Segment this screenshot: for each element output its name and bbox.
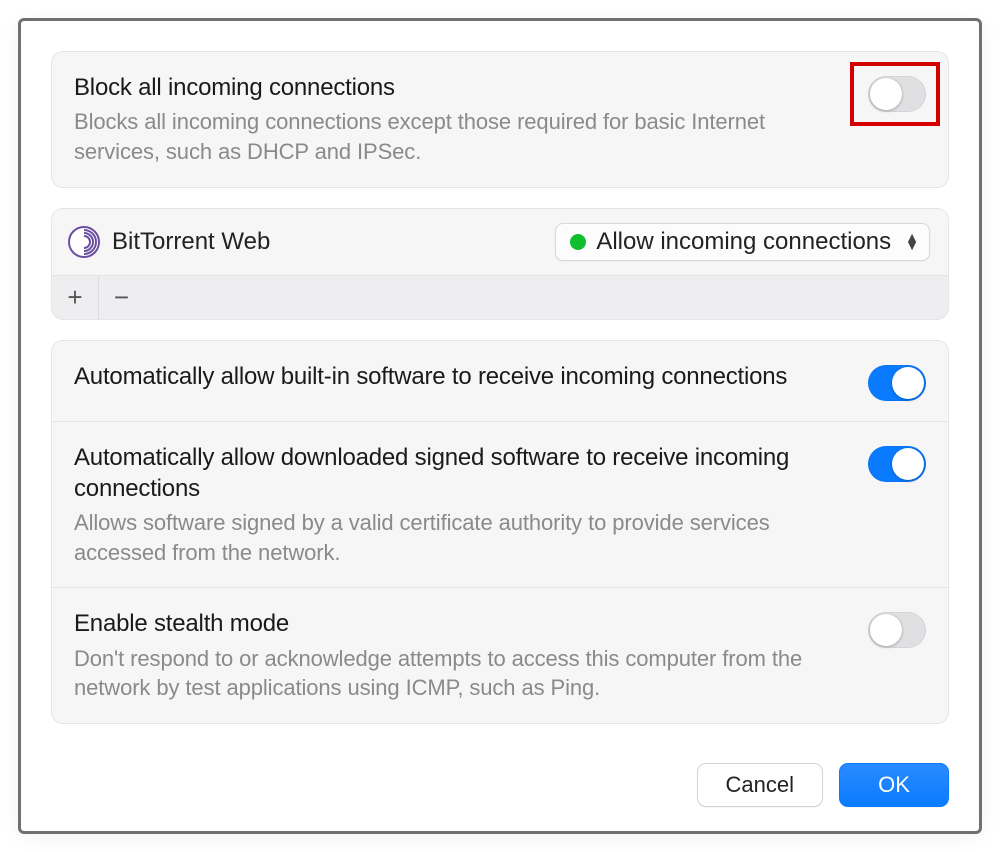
block-all-toggle[interactable] — [868, 76, 926, 112]
toggle-knob — [892, 367, 924, 399]
toggle-knob — [870, 614, 902, 646]
block-all-desc: Blocks all incoming connections except t… — [74, 107, 838, 166]
block-all-highlight — [850, 62, 940, 126]
allow-signed-desc: Allows software signed by a valid certif… — [74, 508, 838, 567]
cancel-button[interactable]: Cancel — [697, 763, 823, 807]
allow-signed-title: Automatically allow downloaded signed so… — [74, 442, 838, 504]
add-remove-bar: + − — [52, 275, 948, 319]
toggle-knob — [870, 78, 902, 110]
app-permission-select[interactable]: Allow incoming connections ▲▼ — [555, 223, 930, 261]
firewall-options-dialog: Block all incoming connections Blocks al… — [18, 18, 982, 834]
app-row: BitTorrent Web Allow incoming connection… — [52, 209, 948, 275]
allow-builtin-toggle[interactable] — [868, 365, 926, 401]
toggle-knob — [892, 448, 924, 480]
ok-button[interactable]: OK — [839, 763, 949, 807]
stealth-mode-desc: Don't respond to or acknowledge attempts… — [74, 644, 838, 703]
allow-signed-toggle[interactable] — [868, 446, 926, 482]
dialog-footer: Cancel OK — [51, 763, 949, 807]
stealth-mode-title: Enable stealth mode — [74, 608, 838, 639]
block-all-title: Block all incoming connections — [74, 72, 838, 103]
chevron-updown-icon: ▲▼ — [905, 234, 919, 249]
stealth-mode-toggle[interactable] — [868, 612, 926, 648]
add-app-button[interactable]: + — [52, 276, 98, 319]
options-panel: Automatically allow built-in software to… — [51, 340, 949, 724]
app-list-panel: BitTorrent Web Allow incoming connection… — [51, 208, 949, 320]
status-dot-icon — [570, 234, 586, 250]
remove-app-button[interactable]: − — [98, 276, 144, 319]
bittorrent-icon — [66, 224, 102, 260]
app-permission-label: Allow incoming connections — [596, 228, 891, 256]
app-name: BitTorrent Web — [112, 228, 555, 256]
block-all-panel: Block all incoming connections Blocks al… — [51, 51, 949, 188]
allow-builtin-title: Automatically allow built-in software to… — [74, 361, 838, 392]
